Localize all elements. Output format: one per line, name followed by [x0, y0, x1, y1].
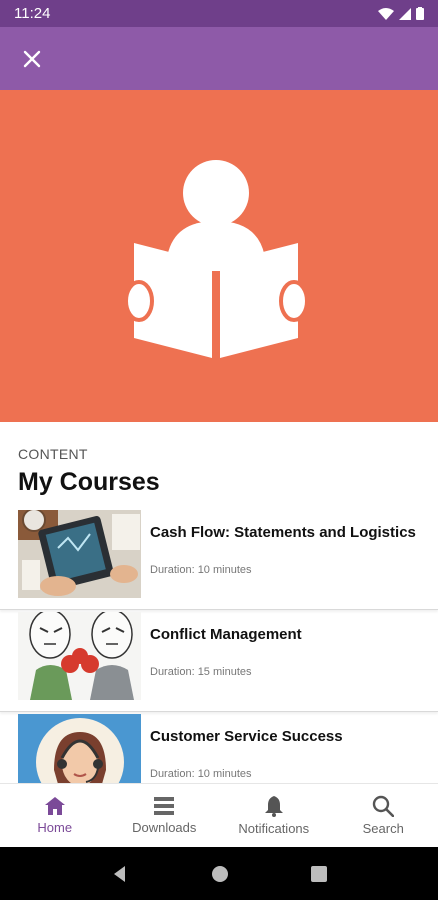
course-duration: Duration: 15 minutes: [150, 666, 252, 678]
status-time: 11:24: [14, 5, 51, 22]
course-thumbnail: [18, 714, 141, 783]
course-duration: Duration: 10 minutes: [150, 768, 252, 780]
section-title: My Courses: [18, 468, 160, 496]
nav-home[interactable]: Home: [0, 784, 110, 847]
course-title: Customer Service Success: [150, 728, 343, 745]
recents-icon[interactable]: [311, 865, 327, 882]
home-circle-icon[interactable]: [211, 865, 229, 883]
system-nav-bar: [0, 847, 438, 900]
wifi-icon: [378, 7, 394, 20]
course-duration: Duration: 10 minutes: [150, 564, 252, 576]
course-list: Cash Flow: Statements and Logistics Dura…: [0, 508, 438, 783]
status-icons: [378, 7, 424, 20]
course-thumbnail: [18, 510, 141, 598]
content-section: CONTENT My Courses Cash Flow: Statements…: [0, 422, 438, 783]
close-button[interactable]: [20, 47, 44, 71]
reader-icon: [124, 160, 309, 358]
course-title: Conflict Management: [150, 626, 302, 643]
close-icon: [23, 50, 41, 67]
nav-search-label: Search: [362, 821, 404, 836]
app-bar: [0, 27, 438, 90]
nav-downloads[interactable]: Downloads: [110, 784, 220, 847]
nav-notifications-label: Notifications: [238, 821, 310, 836]
course-text: Conflict Management Duration: 15 minutes: [141, 612, 302, 678]
nav-home-label: Home: [37, 820, 73, 835]
home-icon: [44, 797, 65, 815]
course-item[interactable]: Cash Flow: Statements and Logistics Dura…: [0, 508, 438, 610]
battery-icon: [416, 7, 424, 20]
bell-icon: [264, 796, 283, 817]
course-title: Cash Flow: Statements and Logistics: [150, 524, 416, 541]
course-thumbnail: [18, 612, 141, 700]
course-text: Cash Flow: Statements and Logistics Dura…: [141, 510, 416, 576]
search-icon: [373, 795, 395, 817]
nav-notifications[interactable]: Notifications: [219, 784, 329, 847]
downloads-icon: [154, 797, 175, 815]
signal-icon: [399, 7, 411, 20]
bottom-nav: Home Downloads Notifications Search: [0, 783, 438, 847]
nav-search[interactable]: Search: [329, 784, 438, 847]
hero-banner: [0, 90, 438, 422]
back-icon[interactable]: [111, 865, 129, 883]
nav-downloads-label: Downloads: [132, 820, 197, 835]
course-item[interactable]: Conflict Management Duration: 15 minutes: [0, 610, 438, 712]
status-bar: 11:24: [0, 0, 438, 27]
course-item[interactable]: Customer Service Success Duration: 10 mi…: [0, 712, 438, 783]
section-label: CONTENT: [18, 446, 88, 462]
course-text: Customer Service Success Duration: 10 mi…: [141, 714, 343, 780]
